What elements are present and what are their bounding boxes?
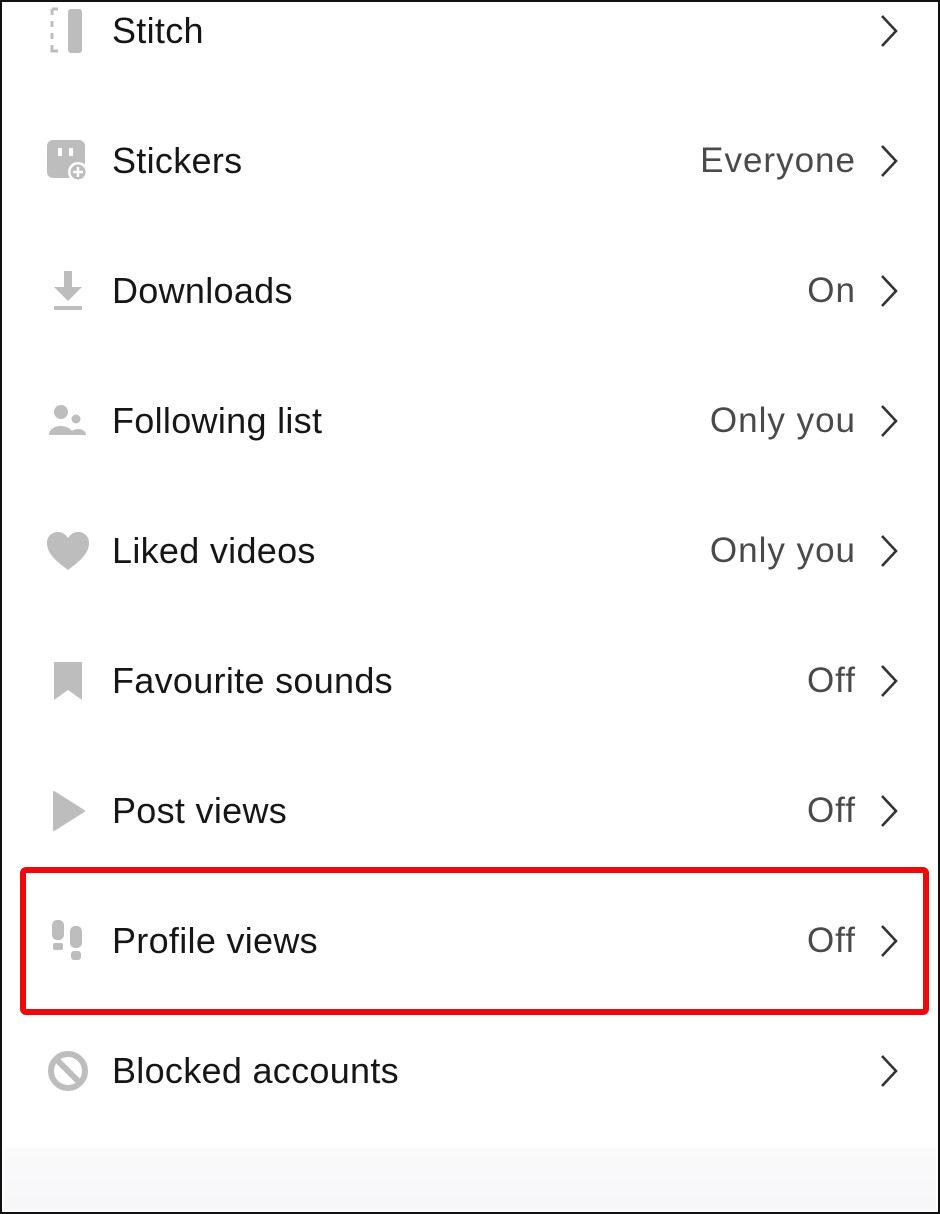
- row-value: Off: [806, 791, 856, 830]
- row-value: Off: [806, 921, 856, 960]
- settings-row-blocked-accounts[interactable]: Blocked accounts: [2, 1006, 938, 1136]
- play-icon: [44, 787, 92, 835]
- chevron-right-icon: [876, 921, 902, 961]
- settings-row-profile-views[interactable]: Profile views Off: [2, 876, 938, 1006]
- row-label: Stickers: [112, 140, 243, 181]
- row-value: Everyone: [700, 141, 856, 180]
- row-label: Stitch: [112, 10, 204, 51]
- settings-row-following-list[interactable]: Following list Only you: [2, 356, 938, 486]
- settings-row-downloads[interactable]: Downloads On: [2, 226, 938, 356]
- row-label: Liked videos: [112, 530, 316, 571]
- chevron-right-icon: [876, 141, 902, 181]
- bottom-bar: [4, 1148, 936, 1210]
- row-label: Favourite sounds: [112, 660, 393, 701]
- chevron-right-icon: [876, 1051, 902, 1091]
- privacy-settings-screen: Stitch Stickers Everyone Downloads On Fo…: [0, 0, 940, 1214]
- settings-row-favourite-sounds[interactable]: Favourite sounds Off: [2, 616, 938, 746]
- row-label: Following list: [112, 400, 323, 441]
- chevron-right-icon: [876, 11, 902, 51]
- following-list-icon: [44, 397, 92, 445]
- download-icon: [44, 267, 92, 315]
- bookmark-icon: [44, 657, 92, 705]
- row-label: Downloads: [112, 270, 293, 311]
- row-value: Off: [806, 661, 856, 700]
- row-value: Only you: [709, 401, 856, 440]
- settings-row-stitch[interactable]: Stitch: [2, 0, 938, 96]
- row-value: Only you: [709, 531, 856, 570]
- row-value: On: [807, 271, 856, 310]
- chevron-right-icon: [876, 791, 902, 831]
- row-label: Blocked accounts: [112, 1050, 399, 1091]
- settings-row-stickers[interactable]: Stickers Everyone: [2, 96, 938, 226]
- chevron-right-icon: [876, 531, 902, 571]
- settings-row-post-views[interactable]: Post views Off: [2, 746, 938, 876]
- blocked-icon: [44, 1047, 92, 1095]
- chevron-right-icon: [876, 271, 902, 311]
- stitch-icon: [44, 7, 92, 55]
- stickers-icon: [44, 137, 92, 185]
- chevron-right-icon: [876, 661, 902, 701]
- footprints-icon: [44, 917, 92, 965]
- row-label: Post views: [112, 790, 288, 831]
- chevron-right-icon: [876, 401, 902, 441]
- heart-icon: [44, 527, 92, 575]
- row-label: Profile views: [112, 920, 318, 961]
- settings-row-liked-videos[interactable]: Liked videos Only you: [2, 486, 938, 616]
